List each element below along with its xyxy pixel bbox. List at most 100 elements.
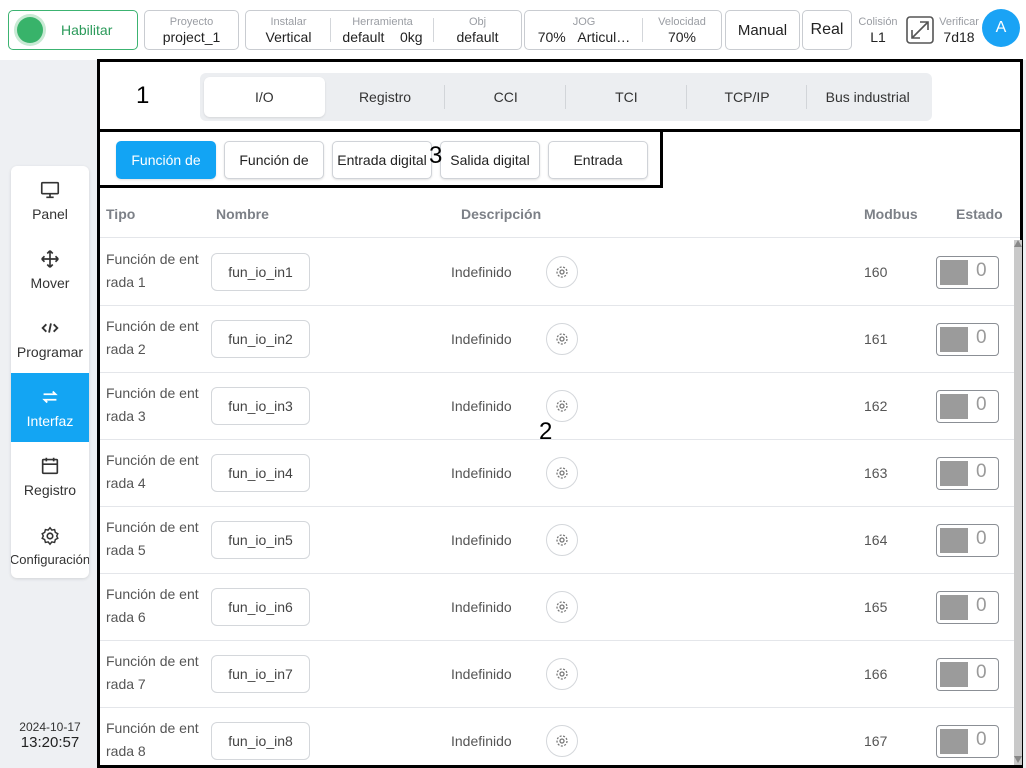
subtab-section: Función de Función de Entrada digital Sa… (100, 132, 663, 188)
edit-icon[interactable] (546, 725, 578, 757)
header-type: Tipo (106, 206, 136, 222)
tab-cci[interactable]: CCI (445, 77, 567, 117)
tab-tci[interactable]: TCI (566, 77, 687, 117)
scrollbar[interactable] (1014, 240, 1022, 765)
tool-selector[interactable]: Herramienta default 0kg (331, 11, 434, 49)
verify-indicator[interactable]: Verificar 7d18 (937, 10, 981, 50)
edit-icon[interactable] (546, 323, 578, 355)
table-row: Función de ent rada 2 fun_io_in2 Indefinido… (100, 306, 1020, 373)
tab-registro[interactable]: Registro (325, 77, 446, 117)
name-field[interactable]: fun_io_in8 (211, 722, 310, 760)
name-field[interactable]: fun_io_in7 (211, 655, 310, 693)
scroll-down-icon[interactable] (1014, 756, 1022, 763)
row-description: Indefinido (451, 599, 512, 615)
subtab-input[interactable]: Entrada (548, 141, 648, 179)
name-field[interactable]: fun_io_in4 (211, 454, 310, 492)
name-field[interactable]: fun_io_in2 (211, 320, 310, 358)
sidebar-item-program[interactable]: Programar (11, 304, 89, 373)
edit-icon[interactable] (546, 591, 578, 623)
row-modbus: 166 (864, 666, 888, 682)
state-toggle[interactable]: 0 (936, 725, 999, 758)
state-value: 0 (976, 662, 987, 683)
avatar[interactable]: A (982, 9, 1020, 47)
sidebar-item-label: Registro (23, 482, 77, 498)
state-value: 0 (976, 729, 987, 750)
state-toggle[interactable]: 0 (936, 591, 999, 624)
sidebar-item-log[interactable]: Registro (11, 442, 89, 511)
table-row: Función de ent rada 5 fun_io_in5 Indefinido… (100, 507, 1020, 574)
edit-icon[interactable] (546, 524, 578, 556)
sidebar-item-interface[interactable]: Interfaz (11, 373, 89, 442)
name-field[interactable]: fun_io_in3 (211, 387, 310, 425)
speed-selector[interactable]: Velocidad 70% (643, 11, 721, 49)
mode-button[interactable]: Manual (725, 10, 800, 50)
tab-industrial-bus[interactable]: Bus industrial (807, 77, 928, 117)
edit-icon[interactable] (546, 658, 578, 690)
sidebar: Panel Mover Programar Interfaz Registro … (11, 166, 89, 578)
edit-icon[interactable] (546, 457, 578, 489)
state-toggle[interactable]: 0 (936, 256, 999, 289)
move-arrows-icon (41, 250, 59, 268)
header-modbus: Modbus (864, 206, 918, 222)
state-toggle[interactable]: 0 (936, 323, 999, 356)
sidebar-item-settings[interactable]: Configuración (11, 511, 89, 578)
tabs-section: 1 I/O Registro CCI TCI TCP/IP Bus indust… (100, 62, 1020, 132)
clock: 2024-10-17 13:20:57 (10, 720, 90, 751)
table-row: Función de ent rada 7 fun_io_in7 Indefinido… (100, 641, 1020, 708)
table-row: Función de ent rada 3 fun_io_in3 Indefinido… (100, 373, 1020, 440)
name-field[interactable]: fun_io_in1 (211, 253, 310, 291)
scroll-up-icon[interactable] (1014, 240, 1022, 247)
project-label: Proyecto (169, 15, 214, 28)
state-value: 0 (976, 394, 987, 415)
table-header: Tipo Nombre Descripción Modbus Estado (100, 190, 1020, 238)
obj-selector[interactable]: Obj default (434, 11, 521, 49)
install-label: Instalar (270, 15, 307, 28)
table-row: Función de ent rada 4 fun_io_in4 Indefinido… (100, 440, 1020, 507)
project-selector[interactable]: Proyecto project_1 (144, 10, 239, 50)
subtab-digital-input[interactable]: Entrada digital (332, 141, 432, 179)
install-selector[interactable]: Instalar Vertical (246, 11, 331, 49)
state-toggle[interactable]: 0 (936, 390, 999, 423)
time-text: 13:20:57 (20, 734, 80, 751)
subtab-function-input[interactable]: Función de (116, 141, 216, 179)
state-indicator (940, 327, 968, 352)
top-bar: Habilitar Proyecto project_1 Instalar Ve… (0, 0, 1026, 60)
edit-icon[interactable] (546, 256, 578, 288)
row-description: Indefinido (451, 666, 512, 682)
state-toggle[interactable]: 0 (936, 658, 999, 691)
row-description: Indefinido (451, 398, 512, 414)
collision-indicator[interactable]: Colisión L1 (855, 10, 901, 50)
project-value: project_1 (162, 28, 221, 45)
annotation-3: 3 (429, 142, 443, 169)
tab-tcpip[interactable]: TCP/IP (687, 77, 808, 117)
expand-icon[interactable] (904, 14, 936, 46)
jog-selector[interactable]: JOG 70% Articul… (525, 11, 643, 49)
status-dot-icon (17, 17, 43, 43)
state-toggle[interactable]: 0 (936, 457, 999, 490)
real-button[interactable]: Real (802, 10, 852, 50)
tab-io[interactable]: I/O (204, 77, 325, 117)
annotation-2: 2 (539, 418, 553, 445)
enable-button[interactable]: Habilitar (8, 10, 138, 50)
row-description: Indefinido (451, 465, 512, 481)
verify-label: Verificar (939, 15, 979, 28)
state-indicator (940, 662, 968, 687)
state-indicator (940, 595, 968, 620)
date-text: 2024-10-17 (19, 720, 81, 734)
name-field[interactable]: fun_io_in6 (211, 588, 310, 626)
table-row: Función de ent rada 6 fun_io_in6 Indefinido… (100, 574, 1020, 641)
tab-bar: I/O Registro CCI TCI TCP/IP Bus industri… (200, 73, 932, 121)
row-type: Función de ent rada 7 (106, 653, 199, 692)
row-modbus: 162 (864, 398, 888, 414)
monitor-icon (40, 181, 60, 199)
state-value: 0 (976, 461, 987, 482)
sidebar-item-panel[interactable]: Panel (11, 166, 89, 235)
name-field[interactable]: fun_io_in5 (211, 521, 310, 559)
sidebar-item-move[interactable]: Mover (11, 235, 89, 304)
state-toggle[interactable]: 0 (936, 524, 999, 557)
state-indicator (940, 394, 968, 419)
subtab-function-output[interactable]: Función de (224, 141, 324, 179)
row-modbus: 167 (864, 733, 888, 749)
state-value: 0 (976, 528, 987, 549)
subtab-digital-output[interactable]: Salida digital (440, 141, 540, 179)
